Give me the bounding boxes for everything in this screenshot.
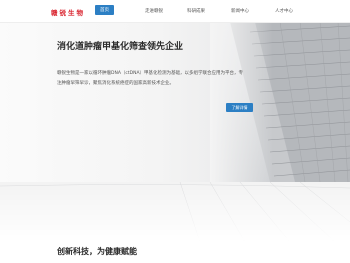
architecture-photo [0, 182, 350, 242]
nav-item-careers[interactable]: 人才中心 [275, 8, 293, 14]
lower-section [0, 182, 350, 263]
building-photo [210, 22, 350, 182]
brand-logo[interactable]: 赣锐生物 [51, 7, 85, 17]
section-title: 创新科技，为健康赋能 [57, 247, 137, 256]
nav-item-about[interactable]: 走进赣锐 [145, 8, 163, 14]
hero-banner: 消化道肿瘤甲基化筛查领先企业 赣锐生物是一家以循环肿瘤DNA（ctDNA）甲基化… [0, 22, 350, 182]
nav-item-research[interactable]: 科研成果 [187, 8, 205, 14]
nav-item-news[interactable]: 新闻中心 [231, 8, 249, 14]
hero-description: 赣锐生物是一家以循环肿瘤DNA（ctDNA）甲基化检测为基础，以多组学联合应用为… [57, 71, 244, 86]
learn-more-button[interactable]: 了解详情 [226, 103, 253, 112]
hero-headline: 消化道肿瘤甲基化筛查领先企业 [57, 42, 184, 52]
top-nav: 赣锐生物 首页 走进赣锐 科研成果 新闻中心 人才中心 [0, 0, 350, 23]
nav-item-home[interactable]: 首页 [95, 5, 114, 15]
